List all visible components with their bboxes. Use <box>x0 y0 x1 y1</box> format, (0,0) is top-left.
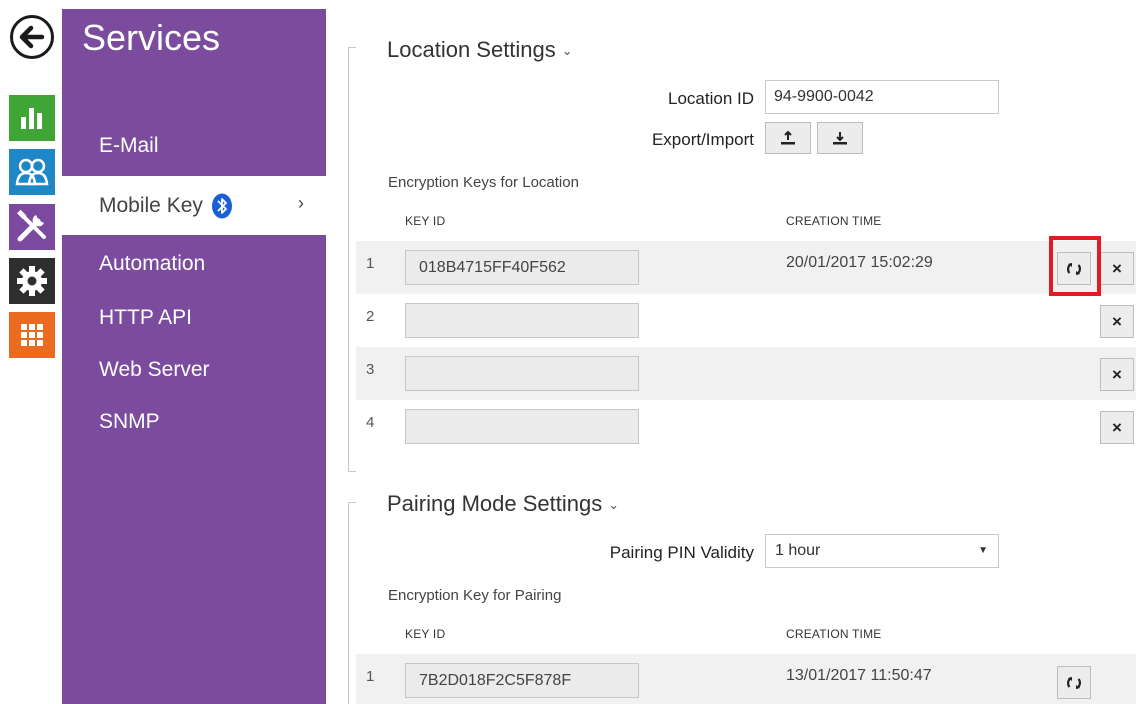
import-icon <box>833 132 847 145</box>
settings-nav-button[interactable] <box>9 258 55 304</box>
location-settings-title[interactable]: Location Settings ⌄ <box>387 37 573 63</box>
chevron-down-icon: ⌄ <box>608 497 620 513</box>
menu-item-http-api[interactable]: HTTP API <box>62 293 326 343</box>
menu-item-label: E-Mail <box>99 134 159 157</box>
column-header-creation-time: CREATION TIME <box>786 627 882 641</box>
pairing-pin-validity-label: Pairing PIN Validity <box>609 543 754 562</box>
menu-item-label: HTTP API <box>99 306 192 329</box>
menu-item-label: SNMP <box>99 410 160 433</box>
pairing-section-bracket <box>348 502 356 704</box>
row-number: 3 <box>366 361 375 378</box>
apps-nav-button[interactable] <box>9 312 55 358</box>
pairing-pin-validity-select[interactable]: 1 hour ▼ <box>765 534 999 568</box>
key-id-field: 018B4715FF40F562 <box>405 250 639 285</box>
back-button[interactable] <box>10 15 54 59</box>
column-header-key-id: KEY ID <box>405 627 446 641</box>
delete-key-button[interactable]: × <box>1100 252 1134 285</box>
menu-item-web-server[interactable]: Web Server <box>62 345 326 395</box>
location-id-label: Location ID <box>668 89 754 108</box>
directory-nav-button[interactable] <box>9 149 55 195</box>
apps-grid-icon <box>21 324 43 346</box>
key-id-field <box>405 356 639 391</box>
users-icon <box>15 158 49 186</box>
menu-item-automation[interactable]: Automation <box>62 239 326 289</box>
bluetooth-icon <box>211 193 233 219</box>
key-id-field: 7B2D018F2C5F878F <box>405 663 639 698</box>
row-number: 2 <box>366 308 375 325</box>
pairing-key-title: Encryption Key for Pairing <box>388 587 562 604</box>
creation-time: 20/01/2017 15:02:29 <box>786 254 933 271</box>
location-keys-title: Encryption Keys for Location <box>388 174 579 191</box>
regenerate-pairing-key-button[interactable] <box>1057 666 1091 699</box>
delete-key-button[interactable]: × <box>1100 305 1134 338</box>
services-nav-button[interactable] <box>9 204 55 250</box>
table-row: 2 × <box>356 294 1136 347</box>
chevron-down-icon: ⌄ <box>561 43 573 59</box>
refresh-icon <box>1067 676 1081 689</box>
column-header-key-id: KEY ID <box>405 214 446 228</box>
delete-key-button[interactable]: × <box>1100 358 1134 391</box>
location-section-bracket <box>348 47 356 472</box>
key-id-field <box>405 409 639 444</box>
select-value: 1 hour <box>775 542 821 559</box>
creation-time: 13/01/2017 11:50:47 <box>786 667 932 684</box>
services-panel: Services E-Mail Mobile Key › Automation … <box>62 9 326 704</box>
menu-item-mobile-key[interactable]: Mobile Key › <box>62 176 326 235</box>
tools-icon <box>17 209 46 242</box>
highlight-box <box>1049 236 1101 296</box>
import-button[interactable] <box>817 122 863 154</box>
section-title-label: Pairing Mode Settings <box>387 491 603 516</box>
icon-rail <box>0 0 62 704</box>
export-import-label: Export/Import <box>651 130 754 149</box>
back-arrow-icon <box>19 25 45 49</box>
menu-item-snmp[interactable]: SNMP <box>62 397 326 447</box>
dropdown-caret-icon: ▼ <box>978 545 988 556</box>
services-title: Services <box>82 17 221 58</box>
export-icon <box>781 131 795 145</box>
table-row: 3 × <box>356 347 1136 400</box>
status-chart-icon <box>21 108 42 129</box>
table-row: 4 × <box>356 400 1136 453</box>
location-id-input[interactable]: 94-9900-0042 <box>765 80 999 114</box>
section-title-label: Location Settings <box>387 37 556 62</box>
row-number: 4 <box>366 414 375 431</box>
key-id-field <box>405 303 639 338</box>
menu-item-label: Automation <box>99 252 206 275</box>
chevron-right-icon: › <box>298 193 304 213</box>
table-row: 1 7B2D018F2C5F878F 13/01/2017 11:50:47 <box>356 654 1136 704</box>
status-nav-button[interactable] <box>9 95 55 141</box>
row-number: 1 <box>366 255 375 272</box>
delete-key-button[interactable]: × <box>1100 411 1134 444</box>
menu-item-label: Web Server <box>99 358 210 381</box>
gear-icon <box>17 266 47 296</box>
row-number: 1 <box>366 668 375 685</box>
menu-item-email[interactable]: E-Mail <box>62 121 326 171</box>
column-header-creation-time: CREATION TIME <box>786 214 882 228</box>
table-row: 1 018B4715FF40F562 20/01/2017 15:02:29 × <box>356 241 1136 294</box>
export-button[interactable] <box>765 122 811 154</box>
pairing-mode-settings-title[interactable]: Pairing Mode Settings ⌄ <box>387 491 619 517</box>
menu-item-label: Mobile Key <box>99 193 203 217</box>
